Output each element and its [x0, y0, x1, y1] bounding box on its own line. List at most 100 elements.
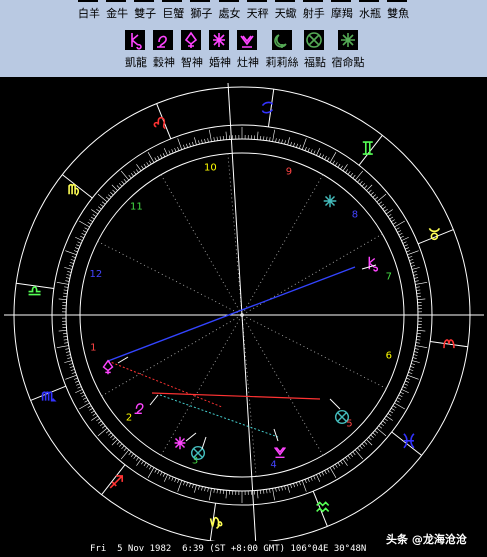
degree-tick — [384, 208, 388, 212]
degree-tick — [65, 250, 77, 256]
degree-tick — [120, 449, 130, 460]
degree-tick — [174, 478, 177, 483]
degree-tick — [272, 488, 275, 501]
degree-tick — [359, 445, 363, 449]
legend-label: 宿命點 — [331, 56, 365, 69]
degree-tick — [186, 143, 188, 148]
degree-tick — [415, 342, 420, 344]
degree-tick — [177, 138, 183, 150]
planet-pointer — [117, 356, 129, 364]
birth-data-line: Fri 5 Nov 1982 6:39 (ST +8:00 GMT) 106°0… — [90, 544, 367, 554]
degree-tick — [400, 235, 404, 239]
degree-tick — [287, 484, 290, 493]
degree-tick — [350, 453, 354, 458]
degree-tick — [76, 244, 81, 247]
degree-tick — [67, 271, 72, 273]
degree-tick — [99, 423, 104, 427]
degree-tick — [398, 233, 403, 236]
degree-tick — [307, 147, 310, 152]
degree-tick — [350, 172, 354, 177]
degree-tick — [405, 380, 410, 383]
degree-tick — [65, 277, 70, 279]
degree-tick — [413, 354, 418, 356]
degree-tick — [278, 138, 280, 143]
degree-tick — [313, 475, 316, 480]
degree-tick — [198, 485, 200, 490]
degree-tick — [414, 348, 419, 350]
degree-tick — [87, 405, 92, 408]
vertex-planet-icon — [323, 194, 337, 208]
degree-tick — [89, 219, 93, 222]
degree-tick — [216, 489, 218, 494]
degree-tick — [407, 374, 419, 380]
degree-tick — [257, 131, 259, 140]
degree-tick — [143, 163, 147, 168]
degree-tick — [76, 383, 81, 386]
degree-tick — [402, 386, 407, 389]
degree-tick — [412, 357, 417, 359]
degree-tick — [90, 410, 95, 414]
degree-tick — [80, 235, 84, 239]
degree-tick — [266, 489, 268, 494]
degree-tick — [335, 162, 338, 166]
degree-tick — [186, 482, 188, 487]
degree-tick — [299, 144, 301, 149]
degree-tick — [64, 286, 69, 288]
degree-tick — [359, 181, 363, 185]
degree-tick — [96, 208, 100, 212]
degree-tick — [401, 389, 409, 394]
degree-tick — [74, 247, 79, 250]
degree-tick — [177, 146, 180, 151]
degree-tick — [415, 282, 428, 285]
degree-tick — [63, 289, 68, 291]
libra-icon — [246, 0, 267, 2]
degree-tick — [177, 479, 180, 484]
degree-tick — [207, 487, 209, 492]
degree-tick — [87, 222, 92, 225]
degree-tick — [84, 227, 89, 230]
degree-tick — [293, 483, 295, 488]
degree-tick — [189, 483, 191, 488]
pisces-icon — [387, 0, 408, 2]
degree-tick — [204, 487, 206, 492]
degree-tick — [92, 214, 97, 217]
degree-tick — [410, 262, 415, 264]
degree-tick — [79, 220, 90, 228]
degree-tick — [147, 152, 155, 163]
degree-tick — [110, 192, 114, 196]
degree-tick — [380, 203, 385, 207]
degree-tick — [68, 265, 73, 267]
leo-icon — [153, 116, 166, 130]
degree-tick — [121, 445, 125, 449]
degree-tick — [368, 437, 372, 441]
degree-tick — [68, 363, 73, 365]
degree-tick — [168, 150, 171, 155]
degree-tick — [411, 363, 416, 365]
degree-tick — [82, 230, 87, 233]
degree-tick — [189, 142, 191, 147]
degree-tick — [352, 451, 356, 456]
degree-tick — [105, 196, 110, 200]
degree-tick — [272, 129, 275, 142]
natal-chart: 1 2 3 4 5 6 7 8 9 10 11 12 — [0, 77, 487, 557]
degree-tick — [395, 400, 400, 403]
degree-tick — [332, 160, 335, 165]
degree-tick — [366, 184, 373, 191]
degree-tick — [75, 236, 83, 241]
degree-tick — [71, 372, 76, 374]
cancer-icon — [162, 0, 183, 2]
degree-tick — [342, 458, 348, 466]
legend-panel: 白羊 金牛 雙子 巨蟹 獅子 處女 天秤 天蠍 射手 摩羯 水瓶 雙魚 凱龍 穀神 智神 婚神 灶神 莉莉絲 福點… — [0, 0, 487, 77]
degree-tick — [201, 139, 203, 144]
degree-tick — [378, 201, 383, 205]
degree-tick — [98, 206, 102, 210]
degree-tick — [324, 155, 327, 160]
vertex-icon — [338, 30, 358, 50]
pallas-icon — [181, 30, 201, 50]
degree-tick — [128, 451, 132, 456]
degree-tick — [70, 259, 75, 261]
degree-tick — [171, 476, 174, 481]
degree-tick — [141, 460, 144, 465]
degree-tick — [116, 441, 120, 445]
degree-tick — [64, 342, 69, 344]
